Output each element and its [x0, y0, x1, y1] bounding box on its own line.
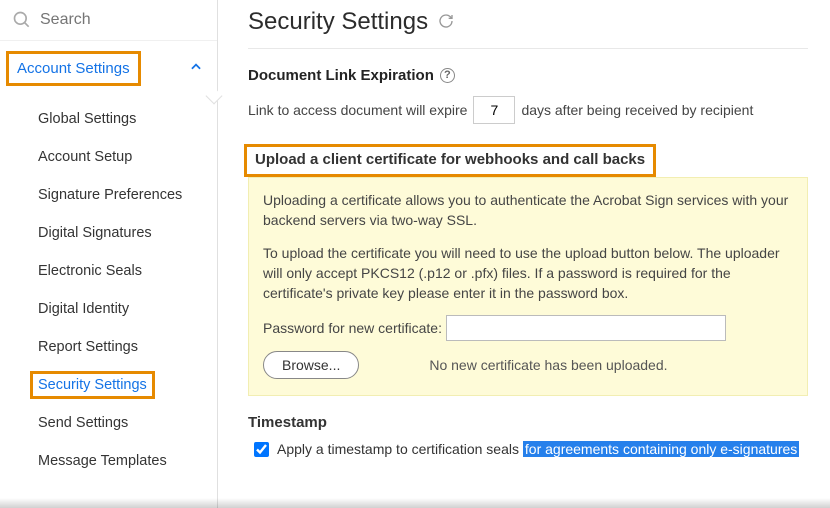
exp-pre-text: Link to access document will expire: [248, 102, 467, 118]
no-certificate-text: No new certificate has been uploaded.: [429, 355, 667, 375]
sidebar-item-send-settings[interactable]: Send Settings: [0, 404, 217, 442]
sidebar-group-title: Account Settings: [6, 51, 141, 86]
sidebar-item-label: Security Settings: [30, 371, 155, 399]
password-row: Password for new certificate:: [263, 315, 793, 341]
timestamp-option[interactable]: Apply a timestamp to certification seals…: [248, 441, 808, 457]
expiration-row: Link to access document will expire days…: [248, 96, 808, 124]
help-icon[interactable]: ?: [440, 68, 455, 83]
main-content: Security Settings Document Link Expirati…: [218, 0, 830, 508]
section-document-link-expiration: Document Link Expiration ? Link to acces…: [248, 67, 808, 124]
section-timestamp: Timestamp Apply a timestamp to certifica…: [248, 414, 808, 457]
sidebar-item-security-settings[interactable]: Security Settings: [0, 366, 217, 404]
search-box[interactable]: [0, 0, 217, 41]
exp-post-text: days after being received by recipient: [521, 102, 753, 118]
sidebar-item-report-settings[interactable]: Report Settings: [0, 328, 217, 366]
sidebar-item-digital-identity[interactable]: Digital Identity: [0, 290, 217, 328]
expiration-days-input[interactable]: [473, 96, 515, 124]
upload-info-box: Uploading a certificate allows you to au…: [248, 177, 808, 396]
page-title-text: Security Settings: [248, 8, 428, 36]
sidebar-item-message-templates[interactable]: Message Templates: [0, 442, 217, 480]
sidebar-item-account-setup[interactable]: Account Setup: [0, 138, 217, 176]
refresh-icon[interactable]: [438, 8, 454, 36]
sidebar-item-label: Global Settings: [38, 111, 136, 127]
upload-heading: Upload a client certificate for webhooks…: [244, 144, 656, 177]
section-heading: Document Link Expiration: [248, 67, 434, 84]
sidebar-item-label: Account Setup: [38, 149, 132, 165]
timestamp-highlight: for agreements containing only e-signatu…: [523, 441, 799, 457]
timestamp-pre-text: Apply a timestamp to certification seals: [277, 441, 523, 457]
sidebar-item-label: Message Templates: [38, 453, 167, 469]
search-input[interactable]: [40, 11, 205, 29]
section-upload-certificate: Upload a client certificate for webhooks…: [248, 144, 808, 396]
search-icon: [12, 10, 32, 30]
sidebar-item-global-settings[interactable]: Global Settings: [0, 100, 217, 138]
timestamp-label: Apply a timestamp to certification seals…: [277, 441, 799, 457]
sidebar-item-electronic-seals[interactable]: Electronic Seals: [0, 252, 217, 290]
certificate-password-input[interactable]: [446, 315, 726, 341]
upload-info-p1: Uploading a certificate allows you to au…: [263, 190, 793, 231]
sidebar-item-label: Digital Identity: [38, 301, 129, 317]
chevron-up-icon: [189, 60, 203, 77]
sidebar-item-label: Digital Signatures: [38, 225, 152, 241]
sidebar-nav-list: Global Settings Account Setup Signature …: [0, 96, 217, 508]
sidebar-item-label: Electronic Seals: [38, 263, 142, 279]
timestamp-heading: Timestamp: [248, 414, 808, 431]
browse-button[interactable]: Browse...: [263, 351, 359, 379]
password-label: Password for new certificate:: [263, 318, 442, 338]
sidebar-group-account-settings[interactable]: Account Settings: [0, 41, 217, 96]
sidebar: Account Settings Global Settings Account…: [0, 0, 218, 508]
page-title: Security Settings: [248, 8, 808, 49]
sidebar-item-label: Report Settings: [38, 339, 138, 355]
sidebar-item-label: Send Settings: [38, 415, 128, 431]
sidebar-item-signature-preferences[interactable]: Signature Preferences: [0, 176, 217, 214]
sidebar-item-label: Signature Preferences: [38, 187, 182, 203]
upload-info-p2: To upload the certificate you will need …: [263, 243, 793, 304]
sidebar-item-digital-signatures[interactable]: Digital Signatures: [0, 214, 217, 252]
timestamp-checkbox[interactable]: [254, 442, 269, 457]
